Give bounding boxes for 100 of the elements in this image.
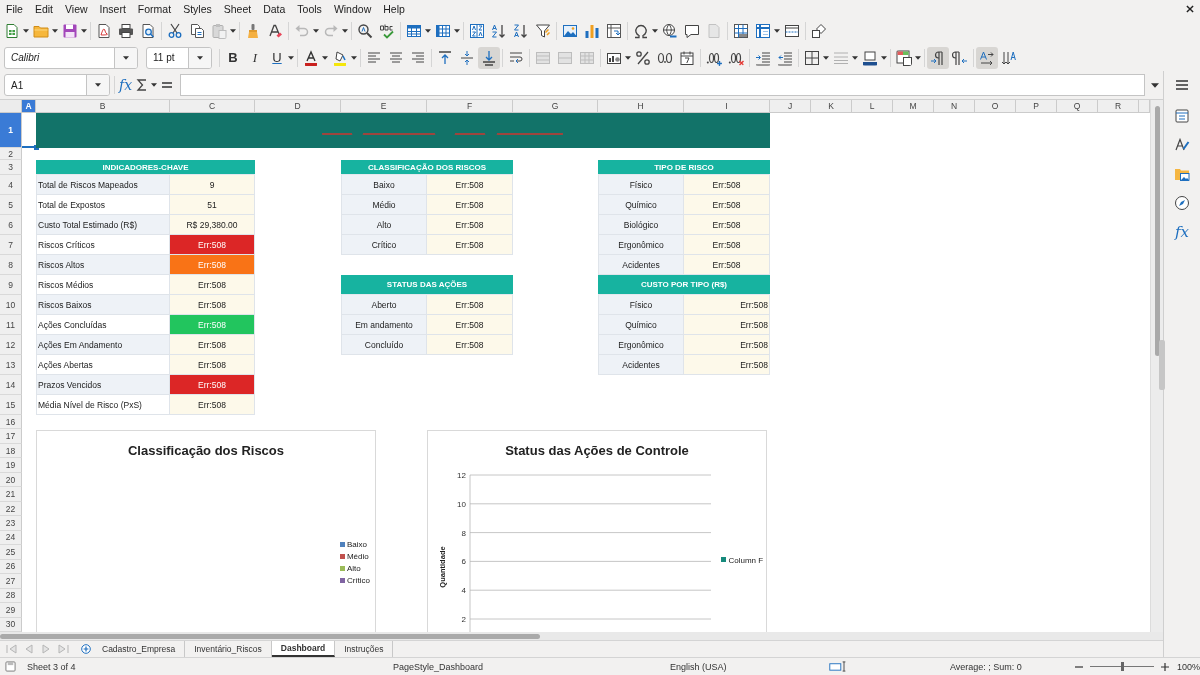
column-header[interactable]: K <box>811 100 852 113</box>
row-header[interactable]: 13 <box>0 355 22 375</box>
menu-item[interactable]: Insert <box>93 1 132 17</box>
table-rows-icon[interactable] <box>406 23 422 39</box>
caret-icon[interactable] <box>823 55 829 60</box>
row-header[interactable]: 5 <box>0 195 22 215</box>
row-header[interactable]: 3 <box>0 160 22 175</box>
caret-icon[interactable] <box>652 29 658 33</box>
row-header[interactable]: 29 <box>0 603 22 618</box>
name-box-field[interactable]: A1 <box>4 74 110 96</box>
caret-icon[interactable] <box>151 83 158 87</box>
add-sheet-icon[interactable] <box>81 644 91 654</box>
conditional-format-icon[interactable] <box>896 49 912 66</box>
right-to-left-icon[interactable] <box>952 49 968 66</box>
selection-mode-icon[interactable] <box>828 661 848 672</box>
column-header[interactable]: J <box>770 100 811 113</box>
row-header[interactable]: 9 <box>0 275 22 295</box>
caret-icon[interactable] <box>52 29 58 33</box>
print-icon[interactable] <box>118 23 134 39</box>
bold-button[interactable]: B <box>222 46 244 69</box>
zoom-slider-thumb[interactable] <box>1120 662 1124 671</box>
scrollbar-thumb[interactable] <box>0 634 540 639</box>
column-header[interactable]: I <box>684 100 770 113</box>
sheet-tab[interactable]: Dashboard <box>271 641 336 657</box>
row-header[interactable]: 15 <box>0 395 22 415</box>
percent-icon[interactable] <box>635 49 651 66</box>
align-bottom-icon[interactable] <box>478 46 500 69</box>
caret-icon[interactable] <box>881 55 887 60</box>
border-color-icon[interactable] <box>862 49 878 66</box>
row-header[interactable]: 10 <box>0 295 22 315</box>
menu-item[interactable]: Tools <box>291 1 328 17</box>
row-header[interactable]: 27 <box>0 574 22 589</box>
caret-icon[interactable] <box>123 55 129 60</box>
row-header[interactable]: 21 <box>0 487 22 502</box>
highlighting-icon[interactable] <box>332 49 348 66</box>
menu-item[interactable]: Help <box>377 1 411 17</box>
sort-ascending-icon[interactable] <box>491 23 507 39</box>
increase-indent-icon[interactable] <box>755 49 771 66</box>
row-header[interactable]: 25 <box>0 545 22 560</box>
caret-icon[interactable] <box>625 55 631 60</box>
column-header[interactable]: E <box>341 100 427 113</box>
row-header[interactable]: 2 <box>0 148 22 160</box>
align-middle-icon[interactable] <box>459 49 475 66</box>
caret-icon[interactable] <box>23 29 29 33</box>
left-to-right-icon[interactable] <box>927 46 949 69</box>
text-horizontal-icon[interactable] <box>976 46 998 69</box>
caret-icon[interactable] <box>454 29 460 33</box>
split-window-icon[interactable] <box>784 23 800 39</box>
horizontal-scrollbar[interactable] <box>0 632 1163 640</box>
menu-item[interactable]: Data <box>257 1 292 17</box>
menu-item[interactable]: File <box>0 1 29 17</box>
print-area-icon[interactable] <box>733 23 749 39</box>
styles-icon[interactable] <box>1174 137 1190 153</box>
row-header[interactable]: 11 <box>0 315 22 335</box>
column-header[interactable]: F <box>427 100 513 113</box>
dropdown-button[interactable] <box>86 75 109 95</box>
image-icon[interactable] <box>562 23 578 39</box>
caret-icon[interactable] <box>95 83 101 87</box>
column-header[interactable]: A <box>22 100 36 113</box>
menu-item[interactable]: Sheet <box>217 1 258 17</box>
caret-icon[interactable] <box>197 55 203 60</box>
freeze-panes-icon[interactable] <box>755 23 771 39</box>
menu-item[interactable]: Window <box>327 1 378 17</box>
menu-item[interactable]: Edit <box>28 1 59 17</box>
omega-icon[interactable] <box>633 23 649 39</box>
column-header[interactable]: H <box>598 100 684 113</box>
clear-formatting-icon[interactable] <box>267 23 283 39</box>
row-header[interactable]: 12 <box>0 335 22 355</box>
row-header[interactable]: 8 <box>0 255 22 275</box>
row-header[interactable]: 6 <box>0 215 22 235</box>
row-header[interactable]: 17 <box>0 429 22 444</box>
sheet-tab[interactable]: Instruções <box>335 641 394 657</box>
sidebar-handle[interactable] <box>1159 340 1165 390</box>
caret-icon[interactable] <box>313 29 319 33</box>
export-pdf-icon[interactable] <box>96 23 112 39</box>
properties-icon[interactable] <box>1174 108 1190 124</box>
sheet-tab[interactable]: Inventário_Riscos <box>185 641 272 657</box>
calendar-icon[interactable] <box>679 49 695 66</box>
caret-icon[interactable] <box>774 29 780 33</box>
font-color-icon[interactable] <box>303 49 319 66</box>
caret-icon[interactable] <box>1151 82 1159 88</box>
new-spreadsheet-icon[interactable] <box>4 23 20 39</box>
font-name-field[interactable]: Calibri <box>4 46 138 69</box>
caret-icon[interactable] <box>915 55 921 60</box>
unmerge-cells-icon[interactable] <box>579 49 595 66</box>
borders-icon[interactable] <box>804 49 820 66</box>
shapes-icon[interactable] <box>811 23 827 39</box>
caret-icon[interactable] <box>81 29 87 33</box>
pivot-table-icon[interactable] <box>606 23 622 39</box>
functions-button[interactable]: fx <box>1175 224 1189 240</box>
column-header[interactable]: D <box>255 100 341 113</box>
zoom-percentage[interactable]: 100% <box>1176 661 1200 672</box>
function-wizard-button[interactable]: fx <box>119 77 133 93</box>
sort-icon[interactable] <box>469 23 485 39</box>
gallery-icon[interactable] <box>1174 166 1190 182</box>
row-header[interactable]: 23 <box>0 516 22 531</box>
search-icon[interactable] <box>357 23 373 39</box>
zoom-in-icon[interactable] <box>1160 662 1169 671</box>
bar-chart-icon[interactable] <box>584 23 600 39</box>
row-header[interactable]: 19 <box>0 458 22 473</box>
